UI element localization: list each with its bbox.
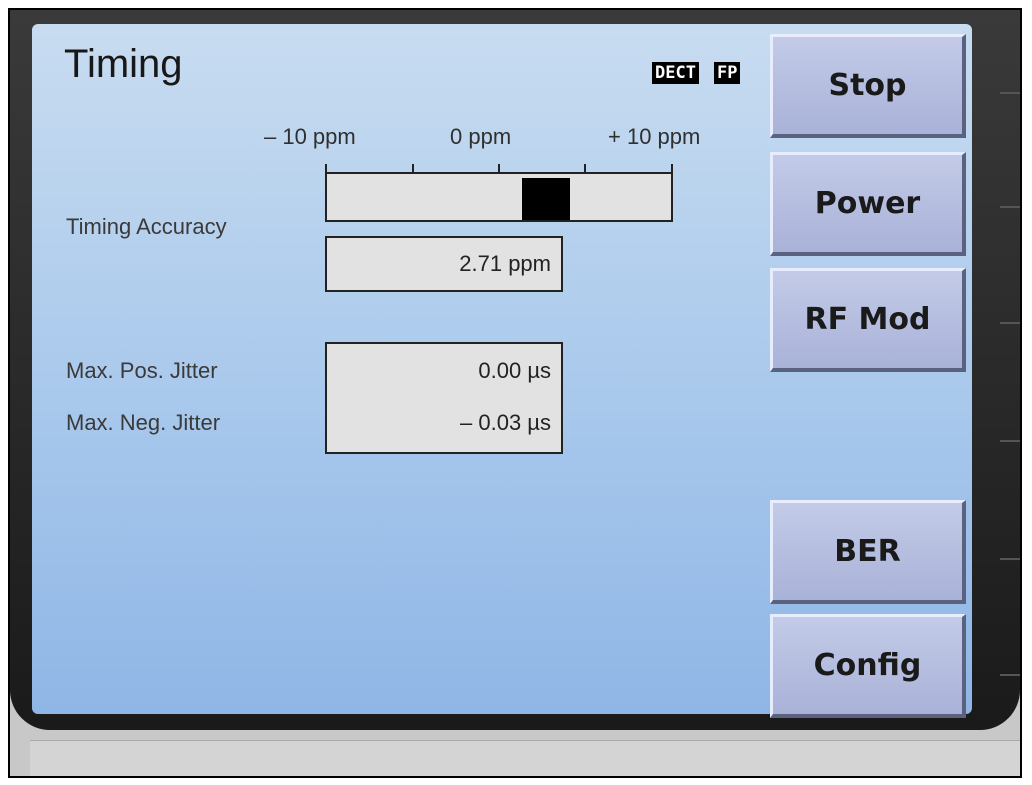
device-frame: Timing DECT FP – 10 ppm 0 ppm + 10 ppm T… bbox=[8, 8, 1022, 778]
fp-badge: FP bbox=[714, 62, 741, 84]
jitter-value-box: 0.00 µs – 0.03 µs bbox=[325, 342, 563, 454]
page-title: Timing bbox=[64, 42, 183, 86]
bezel-edge-line bbox=[1000, 322, 1020, 324]
bezel-edge-line bbox=[1000, 206, 1020, 208]
max-pos-jitter-value: 0.00 µs bbox=[478, 358, 551, 383]
bezel-edge-line bbox=[1000, 674, 1020, 676]
timing-accuracy-bar bbox=[325, 172, 673, 222]
timing-accuracy-indicator bbox=[522, 178, 570, 220]
stop-button[interactable]: Stop bbox=[770, 34, 966, 138]
device-lower-panel bbox=[30, 740, 1020, 776]
dect-badge: DECT bbox=[652, 62, 699, 84]
max-neg-jitter-label: Max. Neg. Jitter bbox=[66, 410, 221, 435]
power-button[interactable]: Power bbox=[770, 152, 966, 256]
bezel-edge-line bbox=[1000, 92, 1020, 94]
scale-min-label: – 10 ppm bbox=[264, 124, 356, 149]
timing-accuracy-label: Timing Accuracy bbox=[66, 214, 227, 239]
max-neg-jitter-value: – 0.03 µs bbox=[460, 410, 551, 435]
max-pos-jitter-label: Max. Pos. Jitter bbox=[66, 358, 218, 383]
scale-max-label: + 10 ppm bbox=[608, 124, 701, 149]
timing-accuracy-value-box: 2.71 ppm bbox=[325, 236, 563, 292]
timing-accuracy-value: 2.71 ppm bbox=[459, 251, 551, 276]
rf-mod-button[interactable]: RF Mod bbox=[770, 268, 966, 372]
scale-mid-label: 0 ppm bbox=[450, 124, 512, 149]
bezel-edge-line bbox=[1000, 558, 1020, 560]
config-button[interactable]: Config bbox=[770, 614, 966, 718]
bezel-edge-line bbox=[1000, 440, 1020, 442]
ber-button[interactable]: BER bbox=[770, 500, 966, 604]
